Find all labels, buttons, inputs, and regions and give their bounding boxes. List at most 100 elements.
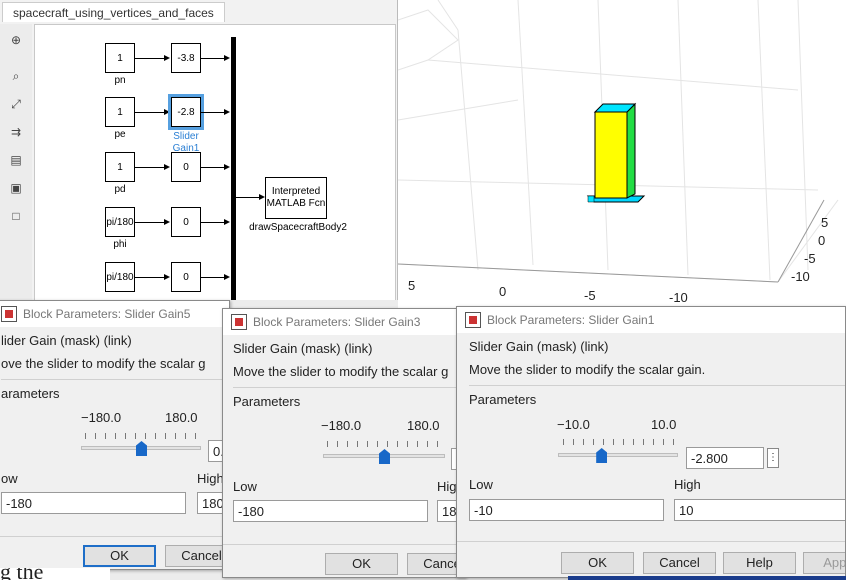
wire — [201, 58, 225, 59]
wire — [236, 197, 260, 198]
parameters-heading: arameters — [1, 386, 60, 401]
mask-type: Slider Gain (mask) (link) — [469, 339, 609, 354]
constant-block[interactable]: 1 — [105, 43, 135, 73]
wire — [135, 112, 165, 113]
slider-gain-label: Slider — [173, 131, 199, 142]
high-field[interactable] — [674, 499, 845, 521]
slider-ticks — [327, 441, 443, 447]
cancel-button[interactable]: Cancel — [643, 552, 716, 574]
low-label: Low — [469, 477, 493, 492]
dialog-slider-gain3: Block Parameters: Slider Gain3 Slider Ga… — [222, 308, 466, 578]
value-field[interactable] — [686, 447, 764, 469]
block-label: pe — [114, 129, 126, 140]
block-label: pn — [114, 75, 126, 86]
more-options-icon[interactable]: ⋮ — [767, 448, 779, 468]
3d-plot: 5 0 -5 -10 5 0 -5 -10 — [397, 0, 846, 310]
constant-block[interactable]: pi/180 — [105, 207, 135, 237]
high-label: High — [197, 471, 224, 486]
block-icon — [231, 314, 247, 330]
x-tick-label: -5 — [584, 288, 596, 303]
slider-min-label: −180.0 — [81, 410, 122, 425]
wire-arrow — [164, 164, 170, 170]
mask-description: Move the slider to modify the scalar g — [233, 364, 449, 379]
separator — [223, 544, 465, 545]
parameters-heading: Parameters — [469, 392, 537, 407]
fcn-block-label: drawSpacecraftBody2 — [249, 222, 347, 233]
slider-thumb[interactable] — [136, 441, 147, 456]
low-field[interactable] — [1, 492, 186, 514]
dialog-title-bar: Block Parameters: Slider Gain3 — [223, 309, 465, 335]
gain-block[interactable]: 0 — [171, 152, 201, 182]
separator — [1, 379, 229, 380]
wire — [201, 277, 225, 278]
slider-ticks — [85, 433, 197, 439]
block-label: phi — [113, 239, 127, 250]
low-field[interactable] — [233, 500, 428, 522]
high-label: High — [674, 477, 701, 492]
taskbar-strip — [568, 576, 846, 580]
gain-block[interactable]: -3.8 — [171, 43, 201, 73]
mask-type: Slider Gain (mask) (link) — [233, 341, 373, 356]
wire — [201, 112, 225, 113]
mask-description: ove the slider to modify the scalar g — [1, 356, 206, 371]
parameters-heading: Parameters — [233, 394, 301, 409]
simulink-toolbar: ⊕ ⌕ ⤢ ⇉ ▤ ▣ □ — [0, 24, 32, 300]
image-icon[interactable]: ▣ — [8, 180, 24, 196]
slider-max-label: 180.0 — [407, 418, 440, 433]
help-button[interactable]: Help — [723, 552, 796, 574]
annotation-icon[interactable]: ▤ — [8, 152, 24, 168]
gain-block[interactable]: 0 — [171, 262, 201, 292]
dialog-title-bar: Block Parameters: Slider Gain1 — [457, 307, 845, 333]
x-tick-label: 5 — [408, 278, 415, 293]
wire-arrow — [164, 109, 170, 115]
y-tick-label: 0 — [818, 233, 825, 248]
slider-max-label: 10.0 — [651, 417, 677, 432]
gain-block[interactable]: 0 — [171, 207, 201, 237]
plot-axes: 5 0 -5 -10 5 0 -5 -10 — [397, 0, 839, 305]
mux-block[interactable] — [231, 37, 236, 300]
mask-description: Move the slider to modify the scalar gai… — [469, 362, 706, 377]
slider-gain1-block[interactable]: -2.8 — [168, 94, 204, 130]
wire — [135, 167, 165, 168]
body-side-face — [626, 102, 636, 199]
ok-button[interactable]: OK — [83, 545, 156, 567]
y-tick-label: -5 — [804, 251, 816, 266]
ok-button[interactable]: OK — [561, 552, 634, 574]
constant-block[interactable]: 1 — [105, 152, 135, 182]
body-front-face — [594, 111, 628, 199]
slider-ticks — [563, 439, 679, 445]
wire — [135, 277, 165, 278]
interpreted-matlab-fcn-block[interactable]: Interpreted MATLAB Fcn — [265, 177, 327, 219]
dialog-title-bar: Block Parameters: Slider Gain5 — [0, 301, 229, 327]
wire — [201, 167, 225, 168]
slider-thumb[interactable] — [596, 448, 608, 463]
mask-type: lider Gain (mask) (link) — [1, 333, 132, 348]
box-icon[interactable]: □ — [8, 208, 24, 224]
apply-button[interactable]: Apply — [803, 552, 845, 574]
wire — [201, 222, 225, 223]
slider-max-label: 180.0 — [165, 410, 198, 425]
constant-block[interactable]: 1 — [105, 97, 135, 127]
nav-icon[interactable]: ⊕ — [8, 32, 24, 48]
block-icon — [465, 312, 481, 328]
wire-arrow — [224, 164, 230, 170]
slider-thumb[interactable] — [379, 449, 390, 464]
slider-track[interactable] — [558, 453, 678, 457]
constant-block[interactable]: pi/180 — [105, 262, 135, 292]
slider-min-label: −10.0 — [557, 417, 590, 432]
wire-arrow — [224, 109, 230, 115]
ok-button[interactable]: OK — [325, 553, 398, 575]
wire-arrow — [224, 55, 230, 61]
wire-arrow — [224, 274, 230, 280]
separator — [469, 385, 845, 386]
zoom-icon[interactable]: ⌕ — [8, 68, 24, 84]
model-tab[interactable]: spacecraft_using_vertices_and_faces — [2, 2, 225, 22]
low-field[interactable] — [469, 499, 664, 521]
cancel-button[interactable]: Cancel — [165, 545, 229, 567]
wire-arrow — [164, 274, 170, 280]
fit-icon[interactable]: ⤢ — [8, 96, 24, 112]
arrow-icon[interactable]: ⇉ — [8, 124, 24, 140]
slider-min-label: −180.0 — [321, 418, 362, 433]
wire — [135, 58, 165, 59]
simulink-window: spacecraft_using_vertices_and_faces ⊕ ⌕ … — [0, 0, 398, 300]
